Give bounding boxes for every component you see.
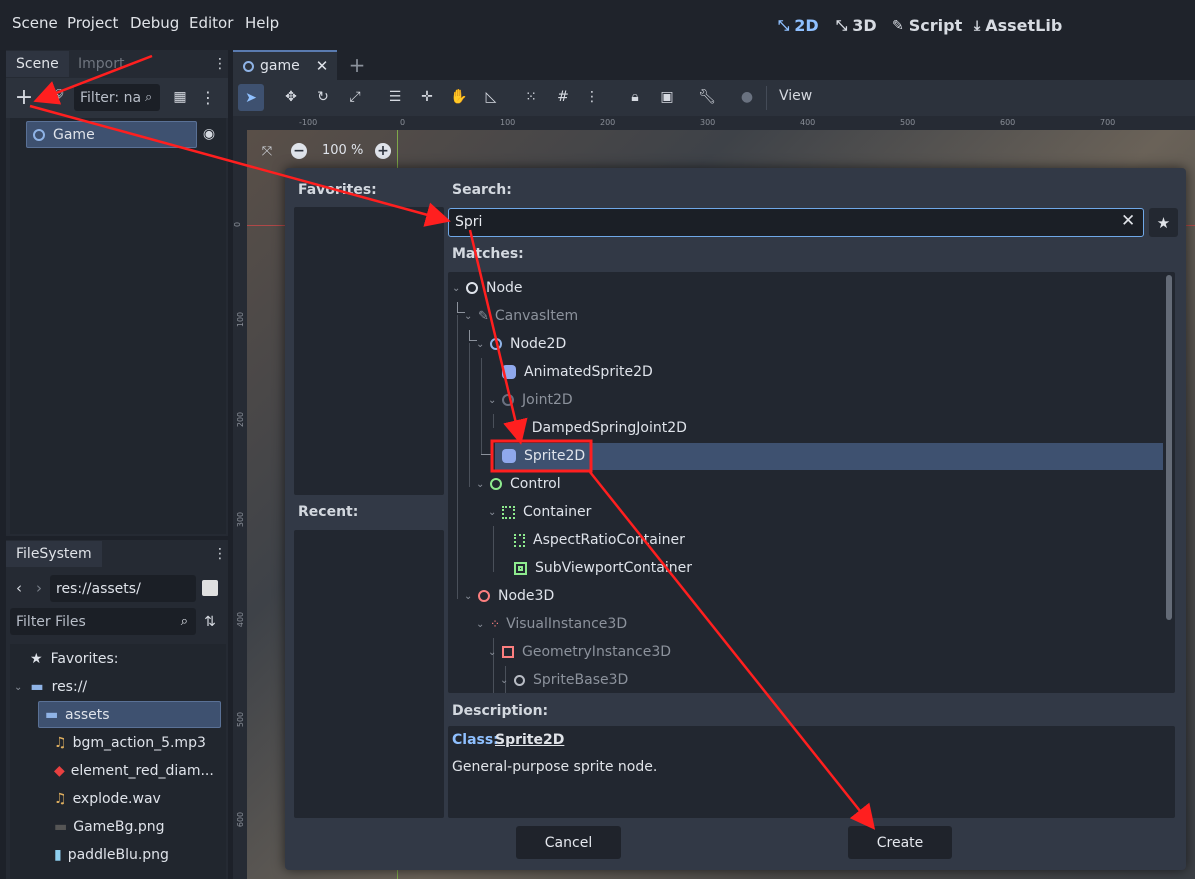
annotation-highlight-box: [490, 439, 593, 473]
annotation-arrow: [33, 54, 153, 105]
annotation-arrow: [468, 229, 528, 445]
annotation-overlay: [29, 54, 876, 830]
annotation-arrow: [29, 104, 451, 227]
annotation-arrow: [589, 471, 876, 830]
